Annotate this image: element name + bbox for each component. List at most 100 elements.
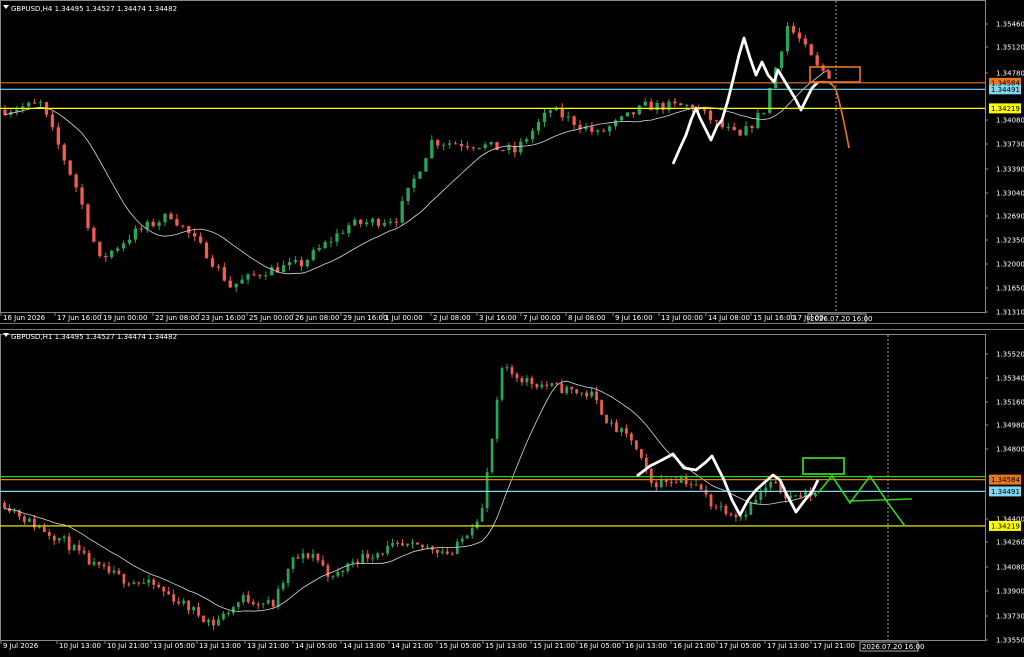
candle-body (376, 553, 380, 558)
candle-body (231, 606, 235, 614)
candle-body (602, 130, 606, 132)
x-tick-label: 15 Jul 05:00 (439, 642, 481, 650)
chart-panel-2 (0, 333, 1021, 652)
x-tick-label: 19 Jun 00:00 (103, 314, 147, 322)
white-pattern-line (636, 452, 820, 517)
candle-body (132, 582, 136, 585)
x-tick-label: 13 Jul 21:00 (247, 642, 289, 650)
candle-body (500, 368, 504, 400)
candle-body (293, 260, 298, 263)
candle-body (600, 400, 603, 415)
candle-body (316, 553, 320, 561)
candle-body (590, 391, 593, 397)
y-tick-label: 1.35120 (996, 44, 1024, 52)
candle-body (157, 584, 161, 588)
candle-body (480, 508, 484, 522)
candle-body (785, 26, 790, 52)
candle-body (702, 109, 707, 111)
candle-body (513, 146, 517, 153)
candle-body (228, 280, 232, 288)
candle-body (490, 438, 494, 473)
candle-body (436, 140, 440, 146)
candle-body (92, 228, 96, 242)
candle-body (207, 619, 210, 623)
candle-body (187, 226, 191, 233)
candle-body (87, 552, 91, 565)
candle-body (172, 594, 176, 602)
candle-body (133, 228, 138, 240)
candle-body (520, 378, 524, 383)
candle-body (391, 542, 394, 547)
y-tick-label: 1.31310 (996, 309, 1024, 317)
candle-body (709, 494, 713, 507)
candle-body (639, 449, 643, 458)
candle-body (440, 551, 444, 553)
candle-body (341, 233, 345, 235)
candle-body (323, 242, 327, 249)
candle-body (376, 219, 381, 226)
candle-body (501, 150, 505, 152)
x-tick-label: 17 Jul 05:00 (719, 642, 761, 650)
candle-body (264, 275, 268, 277)
candle-body (412, 178, 416, 188)
x-tick-label: 10 Jul 13:00 (59, 642, 101, 650)
candle-body (694, 484, 698, 486)
candle-body (470, 528, 474, 536)
candle-body (590, 126, 594, 132)
candle-body (251, 602, 255, 605)
candle-body (585, 392, 589, 397)
candle-body (212, 619, 215, 626)
candle-body (495, 399, 499, 439)
x-tick-label: 15 Jul 13:00 (485, 642, 527, 650)
candle-body (685, 105, 689, 107)
candle-body (216, 266, 221, 268)
candle-body (112, 570, 116, 573)
y-tick-label: 1.32000 (996, 261, 1024, 269)
candle-body (202, 615, 205, 623)
x-tick-label: 13 Jul 00:00 (661, 314, 703, 322)
candle-body (52, 535, 56, 541)
candle-body (749, 503, 753, 515)
candle-body (572, 116, 576, 125)
candle-body (797, 32, 802, 39)
chart-title: GBPUSD,H1 1.34495 1.34527 1.34474 1.3448… (11, 333, 177, 341)
candle-body (411, 542, 414, 544)
candle-body (460, 538, 464, 542)
chart-canvas: 1.34584 1.34491 1.34219 1.35460 1.35120 1.347… (0, 0, 1024, 652)
candle-body (560, 107, 564, 118)
candle-body (465, 535, 469, 539)
candle-body (361, 553, 365, 564)
candle-body (465, 146, 470, 148)
candle-body (366, 553, 370, 559)
candle-body (27, 102, 31, 107)
candle-body (121, 243, 126, 249)
candle-body (791, 26, 796, 33)
x-tick-label: 17 Jul 13:00 (767, 642, 809, 650)
candle-body (23, 516, 26, 522)
candle-body (152, 579, 156, 585)
candle-body (182, 600, 185, 604)
candle-body (620, 428, 623, 433)
candle-body (240, 279, 244, 284)
candle-body (679, 103, 683, 106)
candle-body (631, 112, 636, 115)
candle-body (56, 127, 60, 145)
candle-body (540, 384, 544, 388)
candle-body (530, 377, 534, 385)
candle-body (341, 570, 345, 573)
x-tick-label: 1 Jul 00:00 (385, 314, 423, 322)
candle-body (326, 565, 330, 577)
candle-body (535, 384, 539, 388)
candle-body (729, 514, 733, 516)
y-tick-label: 1.34080 (996, 117, 1024, 125)
x-tick-label: 26 Jun 08:00 (295, 314, 339, 322)
candle-body (560, 383, 564, 394)
candle-body (447, 143, 452, 145)
x-tick-label: 14 Jul 05:00 (295, 642, 337, 650)
x-tick-label: 17 Jul 21:00 (813, 642, 855, 650)
candle-body (80, 187, 84, 205)
candle-body (266, 600, 270, 604)
candle-body (151, 221, 155, 227)
candle-body (575, 389, 579, 394)
candle-body (674, 482, 678, 484)
